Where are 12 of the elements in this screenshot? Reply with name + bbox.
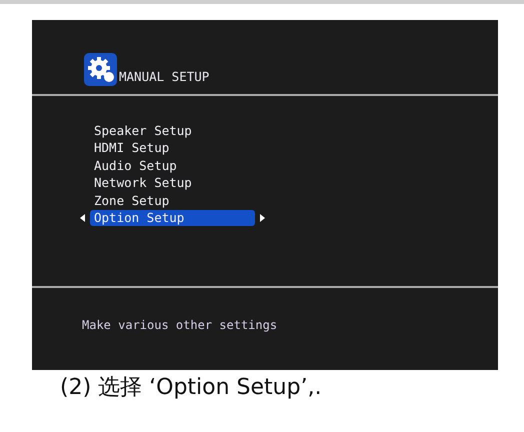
screen-title: MANUAL SETUP (119, 69, 210, 84)
gear-icon (84, 53, 117, 86)
caption: (2) 选择 ‘Option Setup’,. (60, 374, 322, 402)
menu-item[interactable]: Option Setup (90, 210, 255, 226)
menu-item[interactable]: HDMI Setup (90, 140, 255, 156)
menu-item[interactable]: Zone Setup (90, 192, 255, 209)
menu-item[interactable]: Speaker Setup (90, 122, 255, 139)
right-arrow-icon[interactable] (258, 213, 266, 224)
help-text: Make various other settings (82, 318, 278, 332)
left-arrow-icon[interactable] (79, 213, 87, 224)
menu-item[interactable]: Audio Setup (90, 158, 255, 174)
menu-item[interactable]: Network Setup (90, 175, 255, 192)
